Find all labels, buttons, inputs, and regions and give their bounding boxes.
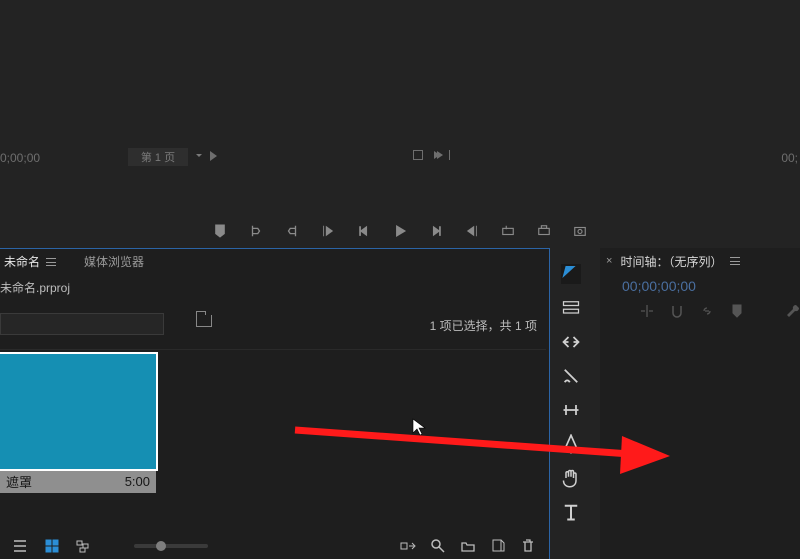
viewer-info-bar: 0;00;00 第 1 页 00; bbox=[0, 148, 800, 168]
in-point-icon[interactable] bbox=[249, 224, 263, 238]
viewer-mid-icons bbox=[413, 150, 443, 160]
timeline-header: × 时间轴：（无序列） bbox=[600, 248, 800, 274]
step-back-icon[interactable] bbox=[357, 224, 371, 238]
fast-forward-indicator-icon bbox=[437, 151, 443, 159]
overwrite-icon[interactable] bbox=[537, 224, 551, 238]
automate-to-seq-icon[interactable] bbox=[400, 538, 416, 554]
ripple-edit-tool[interactable] bbox=[561, 332, 581, 352]
new-bin-icon[interactable] bbox=[460, 538, 476, 554]
timeline-toolbar bbox=[640, 304, 744, 318]
settings-icon[interactable] bbox=[786, 304, 800, 321]
transport-bar bbox=[0, 219, 800, 243]
export-frame-icon[interactable] bbox=[573, 224, 587, 238]
zoom-slider[interactable] bbox=[134, 544, 208, 548]
go-to-in-icon[interactable] bbox=[321, 224, 335, 238]
clip-duration: 5:00 bbox=[125, 474, 150, 489]
marker-icon[interactable] bbox=[213, 224, 227, 238]
viewer-timecode-right: 00; bbox=[781, 151, 798, 165]
selection-status: 1 项已选择，共 1 项 bbox=[430, 317, 537, 334]
freeform-view-icon[interactable] bbox=[76, 538, 92, 554]
project-panel: 未命名 媒体浏览器 未命名.prproj 1 项已选择，共 1 项 遮罩 5:0… bbox=[0, 248, 550, 559]
pen-tool[interactable] bbox=[561, 434, 581, 454]
out-point-icon[interactable] bbox=[285, 224, 299, 238]
icon-view-icon[interactable] bbox=[44, 538, 60, 554]
play-icon[interactable] bbox=[210, 151, 217, 161]
panel-menu-icon[interactable] bbox=[46, 258, 56, 266]
find-icon[interactable] bbox=[430, 538, 446, 554]
slip-tool[interactable] bbox=[561, 400, 581, 420]
filter-bin-icon[interactable] bbox=[196, 315, 212, 327]
insert-mode-icon[interactable] bbox=[640, 304, 654, 318]
close-icon[interactable]: × bbox=[606, 255, 612, 267]
razor-tool[interactable] bbox=[561, 366, 581, 386]
tab-project-label: 未命名 bbox=[4, 253, 40, 270]
page-dropdown-label: 第 1 页 bbox=[141, 149, 175, 165]
timeline-panel: × 时间轴：（无序列） 00;00;00;00 bbox=[600, 248, 800, 559]
tab-media-browser[interactable]: 媒体浏览器 bbox=[84, 253, 144, 270]
list-view-icon[interactable] bbox=[12, 538, 28, 554]
source-monitor: 0;00;00 第 1 页 00; bbox=[0, 0, 800, 248]
step-forward-icon[interactable] bbox=[429, 224, 443, 238]
selection-tool[interactable] bbox=[561, 264, 581, 284]
marker-small-icon[interactable] bbox=[730, 304, 744, 318]
clip-item[interactable]: 遮罩 5:00 bbox=[0, 354, 156, 493]
panel-tabs: 未命名 媒体浏览器 bbox=[0, 249, 549, 275]
tools-palette bbox=[558, 264, 584, 522]
clip-thumbnail[interactable] bbox=[0, 354, 156, 469]
hand-tool[interactable] bbox=[561, 468, 581, 488]
go-to-out-icon[interactable] bbox=[465, 224, 479, 238]
play-button-icon[interactable] bbox=[393, 224, 407, 238]
viewer-timecode-left: 0;00;00 bbox=[0, 151, 40, 165]
clip-grid: 遮罩 5:00 bbox=[0, 349, 546, 504]
tab-project[interactable]: 未命名 bbox=[4, 253, 56, 270]
project-footer-toolbar bbox=[0, 533, 548, 559]
timeline-timecode[interactable]: 00;00;00;00 bbox=[622, 278, 696, 294]
delete-icon[interactable] bbox=[520, 538, 536, 554]
project-right-tools bbox=[388, 533, 548, 559]
linked-selection-icon[interactable] bbox=[700, 304, 714, 318]
stop-indicator-icon bbox=[413, 150, 423, 160]
search-input[interactable] bbox=[0, 313, 164, 335]
insert-icon[interactable] bbox=[501, 224, 515, 238]
timeline-title: 时间轴：（无序列） bbox=[620, 253, 722, 270]
snap-icon[interactable] bbox=[670, 304, 684, 318]
track-select-tool[interactable] bbox=[561, 298, 581, 318]
panel-menu-icon[interactable] bbox=[730, 257, 740, 265]
new-item-icon[interactable] bbox=[490, 538, 506, 554]
type-tool[interactable] bbox=[561, 502, 581, 522]
clip-label-row: 遮罩 5:00 bbox=[0, 469, 156, 493]
project-filename: 未命名.prproj bbox=[0, 279, 70, 296]
page-dropdown[interactable]: 第 1 页 bbox=[128, 148, 188, 166]
tab-media-browser-label: 媒体浏览器 bbox=[84, 253, 144, 270]
clip-name: 遮罩 bbox=[6, 472, 32, 491]
